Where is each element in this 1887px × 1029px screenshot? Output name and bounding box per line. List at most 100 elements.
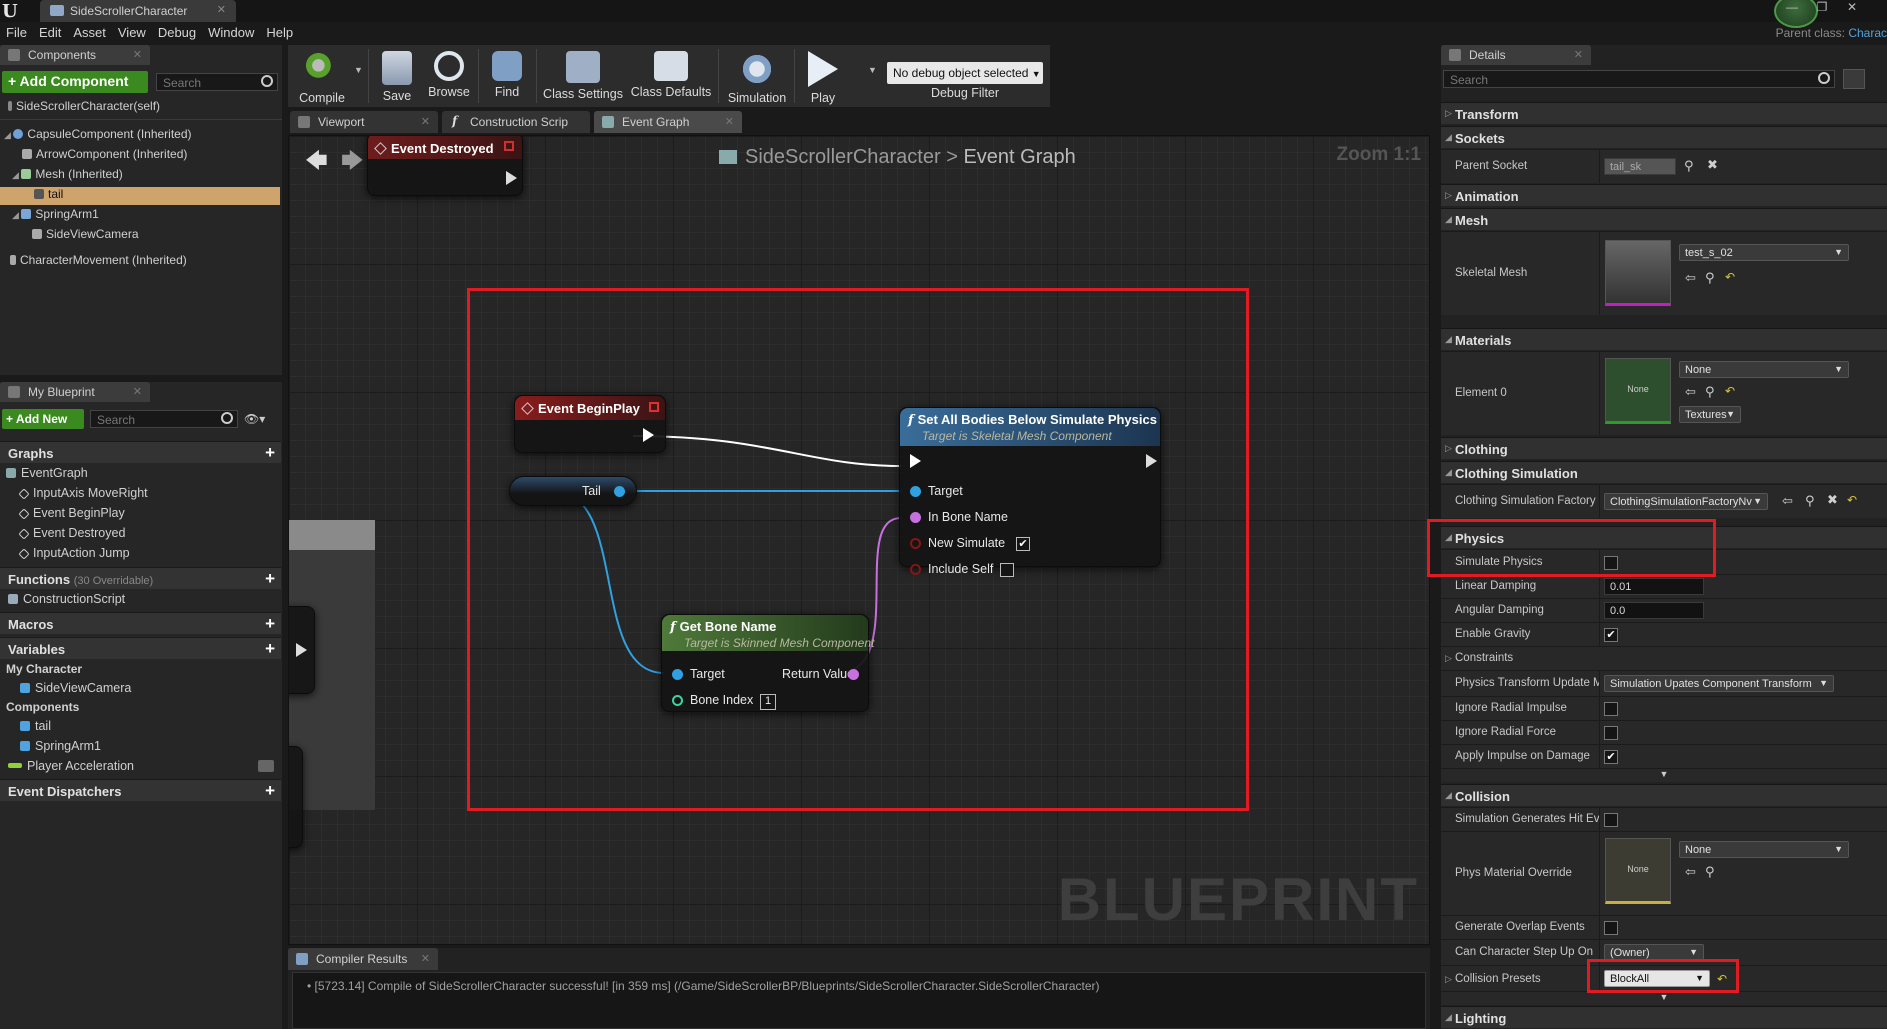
add-function-icon[interactable]: + (265, 569, 275, 589)
menu-window[interactable]: Window (202, 22, 260, 40)
graph-item-eventgraph[interactable]: EventGraph (6, 466, 88, 484)
event-dispatchers-section[interactable]: Event Dispatchers + (0, 779, 281, 801)
graph-item-moveright[interactable]: InputAxis MoveRight (18, 486, 148, 504)
my-blueprint-search-input[interactable]: Search (90, 410, 238, 428)
details-tab[interactable]: Details ✕ (1441, 45, 1591, 65)
simulation-button[interactable]: Simulation (722, 45, 792, 107)
gen-overlap-checkbox[interactable] (1604, 921, 1618, 935)
compiler-message[interactable]: • [5723.14] Compile of SideScrollerChara… (307, 979, 1100, 993)
browse-icon[interactable]: ⚲ (1705, 864, 1715, 880)
parent-class-link[interactable]: Charac (1848, 26, 1887, 40)
menu-asset[interactable]: Asset (67, 22, 112, 40)
tab-viewport[interactable]: Viewport ✕ (290, 111, 438, 133)
macros-section[interactable]: Macros + (0, 612, 281, 634)
browse-icon[interactable]: ⚲ (1705, 384, 1715, 400)
material-dropdown[interactable]: None ▼ (1679, 361, 1849, 378)
section-collision[interactable]: ◢ Collision (1441, 784, 1887, 806)
variable-item-player-accel[interactable]: Player Acceleration (8, 759, 278, 777)
close-window-icon[interactable]: ✕ (1837, 0, 1867, 14)
components-tab[interactable]: Components ✕ (0, 45, 150, 65)
apply-impulse-checkbox[interactable]: ✔ (1604, 750, 1618, 764)
enable-gravity-checkbox[interactable]: ✔ (1604, 628, 1618, 642)
section-clothing[interactable]: ▷ Clothing (1441, 437, 1887, 459)
use-selected-icon[interactable]: ⇦ (1685, 270, 1696, 286)
material-thumbnail[interactable]: None (1605, 358, 1671, 424)
variable-item-sideviewcamera[interactable]: SideViewCamera (20, 681, 131, 699)
compiler-results-tab[interactable]: Compiler Results ✕ (288, 948, 438, 970)
variable-item-tail[interactable]: tail (20, 719, 51, 737)
menu-file[interactable]: File (0, 22, 33, 40)
menu-edit[interactable]: Edit (33, 22, 67, 40)
details-search-input[interactable]: Search (1443, 70, 1835, 88)
section-materials[interactable]: ◢ Materials (1441, 328, 1887, 350)
collapse-arrow-icon[interactable]: ◢ (12, 210, 21, 220)
add-component-button[interactable]: + Add Component (2, 71, 148, 93)
my-blueprint-tab[interactable]: My Blueprint ✕ (0, 382, 150, 402)
reset-icon[interactable]: ↶ (1847, 493, 1857, 507)
row-constraints[interactable]: ▷ Constraints (1441, 646, 1887, 670)
menu-debug[interactable]: Debug (152, 22, 202, 40)
section-animation[interactable]: ▷ Animation (1441, 184, 1887, 206)
graph-item-beginplay[interactable]: Event BeginPlay (18, 506, 125, 524)
skeletal-mesh-dropdown[interactable]: test_s_02 ▼ (1679, 244, 1849, 261)
components-search-input[interactable]: Search (156, 73, 278, 91)
tab-event-graph[interactable]: Event Graph ✕ (594, 111, 742, 133)
view-options-icon[interactable]: 👁▾ (244, 412, 265, 426)
class-settings-button[interactable]: Class Settings (540, 45, 626, 107)
browse-icon[interactable]: ⚲ (1705, 270, 1715, 286)
expand-arrow-icon[interactable]: ▷ (1445, 974, 1452, 985)
physics-transform-dropdown[interactable]: Simulation Upates Component Transform ▼ (1604, 675, 1834, 692)
browse-icon[interactable]: ⚲ (1805, 493, 1815, 509)
add-dispatcher-icon[interactable]: + (265, 781, 275, 801)
section-mesh[interactable]: ◢ Mesh (1441, 208, 1887, 230)
property-matrix-icon[interactable] (1843, 69, 1865, 89)
collapse-arrow-icon[interactable]: ◢ (4, 130, 13, 140)
restore-icon[interactable]: ❐ (1807, 0, 1837, 14)
reset-icon[interactable]: ↶ (1725, 384, 1735, 398)
compile-button[interactable]: Compile (292, 45, 352, 107)
graph-item-destroyed[interactable]: Event Destroyed (18, 526, 125, 544)
functions-section[interactable]: Functions (30 Overridable) + (0, 567, 281, 589)
tree-item-movement[interactable]: CharacterMovement (Inherited) (0, 253, 280, 271)
add-macro-icon[interactable]: + (265, 614, 275, 634)
tree-item-springarm[interactable]: ◢ SpringArm1 (0, 207, 280, 225)
my-character-category[interactable]: My Character (6, 662, 82, 680)
document-tab[interactable]: SideScrollerCharacter ✕ (40, 0, 236, 22)
class-defaults-button[interactable]: Class Defaults (628, 45, 714, 107)
event-graph-canvas[interactable]: 🡄 🡆 SideScrollerCharacter > Event Graph … (288, 135, 1430, 945)
textures-dropdown[interactable]: Textures ▼ (1679, 406, 1741, 423)
minimize-icon[interactable]: — (1777, 0, 1807, 14)
use-selected-icon[interactable]: ⇦ (1685, 864, 1696, 880)
variable-item-springarm[interactable]: SpringArm1 (20, 739, 101, 757)
variable-visibility-icon[interactable] (258, 760, 274, 772)
save-button[interactable]: Save (372, 45, 422, 107)
graphs-section[interactable]: Graphs + (0, 441, 281, 463)
add-new-button[interactable]: + Add New (2, 409, 84, 429)
linear-damping-field[interactable]: 0.01 (1604, 578, 1704, 595)
show-advanced-collision[interactable]: ▼ (1441, 991, 1887, 1005)
close-icon[interactable]: ✕ (725, 115, 734, 128)
clear-icon[interactable]: ✖ (1827, 492, 1838, 508)
phys-material-dropdown[interactable]: None ▼ (1679, 841, 1849, 858)
clothing-factory-dropdown[interactable]: ClothingSimulationFactoryNv ▼ (1604, 493, 1768, 510)
reset-icon[interactable]: ↶ (1725, 270, 1735, 284)
tree-item-mesh[interactable]: ◢ Mesh (Inherited) (0, 167, 280, 185)
skeletal-mesh-thumbnail[interactable] (1605, 240, 1671, 306)
add-variable-icon[interactable]: + (265, 639, 275, 659)
use-selected-icon[interactable]: ⇦ (1685, 384, 1696, 400)
self-row[interactable]: SideScrollerCharacter(self) (0, 99, 280, 117)
menu-help[interactable]: Help (260, 22, 299, 40)
menu-view[interactable]: View (112, 22, 152, 40)
tree-item-capsule[interactable]: ◢ CapsuleComponent (Inherited) (0, 127, 280, 145)
tree-item-tail[interactable]: tail (0, 187, 280, 205)
collapse-arrow-icon[interactable]: ◢ (12, 170, 21, 180)
section-sockets[interactable]: ◢ Sockets (1441, 126, 1887, 148)
use-selected-icon[interactable]: ⇦ (1782, 493, 1793, 509)
play-options-icon[interactable]: ▼ (868, 65, 877, 75)
clear-icon[interactable]: ✖ (1707, 157, 1718, 173)
tab-construction-script[interactable]: f Construction Scrip (442, 111, 590, 133)
close-icon[interactable]: ✕ (133, 48, 142, 61)
play-button[interactable]: Play (798, 45, 848, 107)
show-advanced-physics[interactable]: ▼ (1441, 768, 1887, 782)
section-transform[interactable]: ▷ Transform (1441, 102, 1887, 124)
